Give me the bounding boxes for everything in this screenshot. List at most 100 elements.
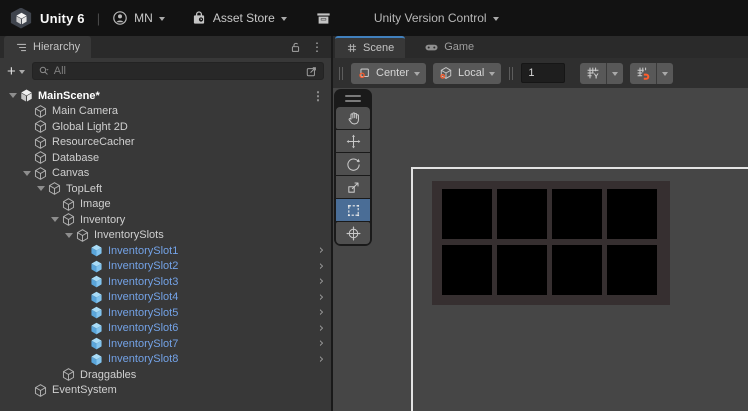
scene-panel: Scene Game Center Local 1 Y [333,36,748,411]
create-object-button[interactable]: + [7,64,25,79]
chevron-down-icon [280,16,287,21]
panel-menu-icon[interactable]: ⋮ [311,41,323,53]
grid-snapping-dropdown[interactable] [656,62,674,84]
grid-snapping-group [630,62,674,84]
tab-game[interactable]: Game [413,36,485,58]
chevron-down-icon [18,69,25,74]
inventory-slot[interactable] [552,189,602,239]
asset-store-button[interactable]: Asset Store [191,10,287,26]
hierarchy-row[interactable]: InventorySlots [0,228,331,244]
foldout-icon[interactable] [48,217,61,223]
foldout-icon[interactable] [62,232,75,238]
hierarchy-item-label: InventorySlots [94,229,164,242]
scene-viewport[interactable] [333,88,748,411]
transform-tool-button[interactable] [336,222,370,244]
hierarchy-row[interactable]: InventorySlot1 › [0,243,331,259]
hierarchy-row[interactable]: MainScene* ⋮ [0,88,331,104]
hierarchy-row[interactable]: TopLeft [0,181,331,197]
inventory-panel[interactable] [432,181,670,305]
inventory-slot[interactable] [607,189,657,239]
foldout-icon[interactable] [6,93,19,99]
account-menu-button[interactable]: MN [112,10,165,26]
prefab-chevron-icon[interactable]: › [319,274,324,290]
topbar-divider: | [96,10,101,26]
chevron-down-icon [662,71,669,76]
inventory-slot[interactable] [442,245,492,295]
hierarchy-item-label: ResourceCacher [52,136,135,149]
prefab-icon [89,336,104,351]
hierarchy-item-label: Global Light 2D [52,120,128,133]
overlay-drag-handle[interactable] [336,93,370,107]
hierarchy-row[interactable]: InventorySlot2 › [0,259,331,275]
move-tool-button[interactable] [336,130,370,152]
inventory-slot[interactable] [607,245,657,295]
prefab-chevron-icon[interactable]: › [319,352,324,368]
foldout-icon[interactable] [20,170,33,176]
archive-button[interactable] [315,10,332,27]
hierarchy-row[interactable]: EventSystem [0,383,331,399]
prefab-chevron-icon[interactable]: › [319,259,324,275]
cube-icon [61,367,76,382]
prefab-chevron-icon[interactable]: › [319,243,324,259]
hierarchy-row[interactable]: InventorySlot4 › [0,290,331,306]
toolbar-drag-handle[interactable] [338,66,344,80]
grid-visibility-dropdown[interactable] [606,62,624,84]
prefab-chevron-icon[interactable]: › [319,305,324,321]
tab-game-label: Game [444,41,475,53]
hierarchy-row[interactable]: InventorySlot5 › [0,305,331,321]
tab-scene[interactable]: Scene [335,36,406,58]
scale-tool-button[interactable] [336,176,370,198]
hierarchy-row[interactable]: Canvas [0,166,331,182]
hierarchy-row[interactable]: ResourceCacher [0,135,331,151]
popout-window-icon[interactable] [305,65,318,78]
grid-size-input[interactable]: 1 [521,63,566,83]
hierarchy-row[interactable]: InventorySlot6 › [0,321,331,337]
hierarchy-row[interactable]: Main Camera [0,104,331,120]
inventory-slot[interactable] [442,189,492,239]
hierarchy-list-icon [16,43,27,51]
prefab-chevron-icon[interactable]: › [319,336,324,352]
grid-visibility-button[interactable]: Y [580,62,607,84]
asset-store-label: Asset Store [212,11,275,25]
grid-snap-magnet-icon [637,67,650,80]
pivot-center-icon [359,68,369,78]
hierarchy-row[interactable]: InventorySlot8 › [0,352,331,368]
rotate-tool-button[interactable] [336,153,370,175]
rect-tool-button[interactable] [336,199,370,221]
prefab-chevron-icon[interactable]: › [319,321,324,337]
foldout-icon[interactable] [34,186,47,192]
tab-hierarchy[interactable]: Hierarchy [4,36,92,58]
inventory-slot[interactable] [552,245,602,295]
unlock-icon[interactable] [289,41,302,54]
cube-icon [33,150,48,165]
pivot-mode-button[interactable]: Center [351,62,427,84]
hierarchy-row[interactable]: Database [0,150,331,166]
chevron-down-icon [489,71,496,76]
search-input[interactable]: All [31,62,324,80]
unity-editor-window: Unity 6 | MN Asset Store Unity Version C… [0,0,748,411]
hierarchy-row[interactable]: Image [0,197,331,213]
hierarchy-search-row: + All [0,58,331,84]
hierarchy-row[interactable]: Draggables [0,367,331,383]
prefab-chevron-icon[interactable]: › [319,290,324,306]
hierarchy-row[interactable]: Global Light 2D [0,119,331,135]
cube-icon [47,181,62,196]
prefab-icon [89,321,104,336]
cube-icon [33,104,48,119]
version-control-button[interactable]: Unity Version Control [374,11,499,25]
local-axis-icon [440,67,452,79]
inventory-slot[interactable] [497,189,547,239]
hand-tool-button[interactable] [336,107,370,129]
archive-box-icon [317,12,330,24]
toolbar-drag-handle[interactable] [508,66,514,80]
hierarchy-row[interactable]: Inventory [0,212,331,228]
inventory-slot[interactable] [497,245,547,295]
grid-snapping-button[interactable] [630,62,657,84]
cube-icon [75,228,90,243]
hierarchy-item-label: Canvas [52,167,90,180]
hierarchy-tabstrip: Hierarchy ⋮ [0,36,331,58]
orientation-button[interactable]: Local [433,62,502,84]
scene-menu-icon[interactable]: ⋮ [312,88,324,104]
hierarchy-row[interactable]: InventorySlot7 › [0,336,331,352]
hierarchy-row[interactable]: InventorySlot3 › [0,274,331,290]
